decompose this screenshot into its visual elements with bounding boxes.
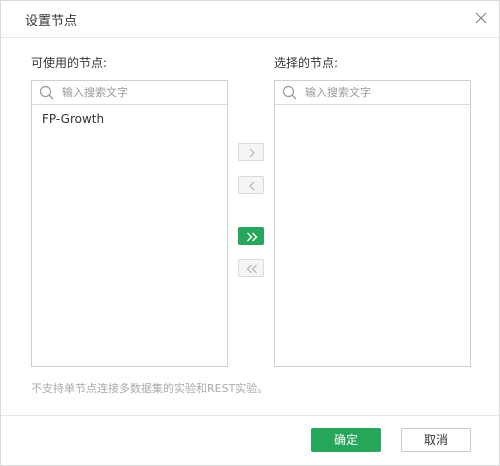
move-all-left-button[interactable] bbox=[238, 259, 264, 277]
list-item-fp-growth[interactable]: FP-Growth bbox=[42, 112, 104, 126]
close-icon[interactable] bbox=[473, 10, 489, 26]
move-right-button[interactable] bbox=[238, 143, 264, 161]
cancel-button[interactable]: 取消 bbox=[401, 428, 471, 452]
dialog-footer: 确定 取消 bbox=[1, 415, 499, 466]
available-search-box bbox=[32, 81, 227, 105]
selected-search-input[interactable] bbox=[305, 83, 455, 101]
selected-nodes-list bbox=[274, 80, 471, 367]
search-icon bbox=[39, 85, 55, 101]
selected-search-box bbox=[275, 81, 470, 105]
confirm-button[interactable]: 确定 bbox=[311, 428, 381, 452]
search-icon bbox=[282, 85, 298, 101]
available-search-input[interactable] bbox=[62, 83, 212, 101]
footnote-text: 不支持单节点连接多数据集的实验和REST实验。 bbox=[31, 382, 269, 395]
move-all-right-button[interactable] bbox=[238, 227, 264, 245]
dialog-header: 设置节点 bbox=[1, 1, 499, 38]
dialog-title: 设置节点 bbox=[25, 14, 78, 29]
selected-nodes-label: 选择的节点: bbox=[274, 56, 339, 70]
set-nodes-dialog: 设置节点 可使用的节点: FP-Growth bbox=[0, 0, 500, 466]
move-left-button[interactable] bbox=[238, 176, 264, 194]
available-nodes-label: 可使用的节点: bbox=[31, 56, 108, 70]
available-nodes-list: FP-Growth bbox=[31, 80, 228, 367]
